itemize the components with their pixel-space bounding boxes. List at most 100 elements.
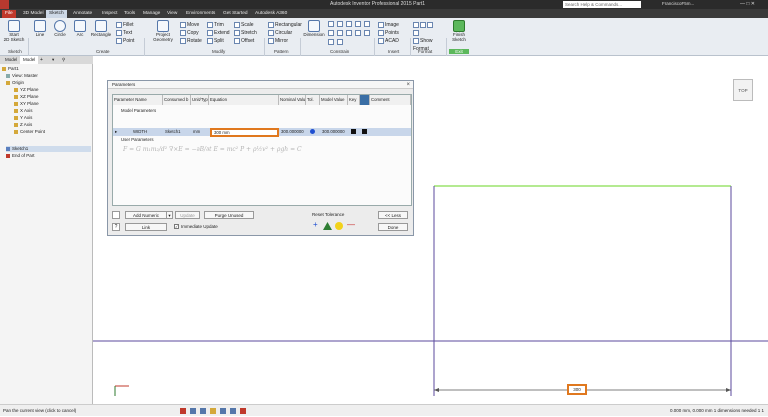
horizontal-constraint-icon[interactable] bbox=[337, 30, 343, 36]
dimension-button[interactable]: Dimension bbox=[303, 20, 325, 37]
unit-cell[interactable]: mm bbox=[193, 129, 200, 134]
vertical-constraint-icon[interactable] bbox=[346, 30, 352, 36]
collinear-constraint-icon[interactable] bbox=[337, 21, 343, 27]
export-checkbox[interactable] bbox=[362, 129, 367, 134]
tree-item-x-axis[interactable]: X Axis bbox=[14, 108, 33, 114]
status-tool-icon[interactable] bbox=[200, 408, 206, 414]
fillet-button[interactable]: Fillet bbox=[116, 21, 134, 29]
help-search-input[interactable]: Search Help & Commands... bbox=[563, 1, 641, 8]
add-numeric-button[interactable]: Add Numeric bbox=[125, 211, 167, 219]
browser-tab-model-active[interactable]: Model bbox=[20, 56, 39, 64]
done-button[interactable]: Done bbox=[378, 223, 408, 231]
format-toggles[interactable] bbox=[413, 21, 449, 29]
equal-constraint-icon[interactable] bbox=[337, 39, 343, 45]
column-header[interactable]: Unit/Typ bbox=[191, 95, 209, 105]
model-parameters-group[interactable]: Model Parameters bbox=[121, 108, 156, 113]
tab-manage[interactable]: Manage bbox=[140, 10, 163, 18]
column-header[interactable]: Model Value bbox=[320, 95, 348, 105]
status-tool-icon[interactable] bbox=[180, 408, 186, 414]
rectangle-button[interactable]: Rectangle bbox=[90, 20, 112, 37]
tab-view[interactable]: View bbox=[164, 10, 180, 18]
less-button[interactable]: << Less bbox=[378, 211, 408, 219]
fix-constraint-icon[interactable] bbox=[355, 21, 361, 27]
viewcube[interactable]: TOP bbox=[733, 79, 753, 101]
concentric-constraint-icon[interactable] bbox=[346, 21, 352, 27]
immediate-update-checkbox[interactable]: ✓ bbox=[174, 224, 179, 229]
parallel-constraint-icon[interactable] bbox=[364, 21, 370, 27]
param-name-cell[interactable]: WIDTH bbox=[133, 129, 147, 134]
help-icon[interactable]: ? bbox=[112, 223, 120, 231]
window-controls-icon[interactable]: — □ ✕ bbox=[740, 1, 755, 7]
rotate-button[interactable]: Rotate bbox=[180, 37, 202, 45]
line-button[interactable]: Line bbox=[32, 20, 48, 37]
chevron-down-icon[interactable]: ▾ bbox=[166, 211, 173, 219]
tree-item-yz-plane[interactable]: YZ Plane bbox=[14, 87, 39, 93]
nominal-tolerance-icon[interactable] bbox=[335, 222, 343, 230]
lower-tolerance-icon[interactable]: — bbox=[347, 221, 355, 229]
tree-item-origin[interactable]: Origin bbox=[6, 80, 24, 86]
coincident-constraint-icon[interactable] bbox=[328, 21, 334, 27]
user-account[interactable]: FranciscoF5m... bbox=[662, 1, 694, 6]
browser-search-icon[interactable]: ⚲ bbox=[62, 57, 65, 63]
export-icon[interactable] bbox=[360, 95, 370, 105]
perpendicular-constraint-icon[interactable] bbox=[328, 30, 334, 36]
tree-item-xz-plane[interactable]: XZ Plane bbox=[14, 94, 39, 100]
tab-get-started[interactable]: Get Started bbox=[220, 10, 251, 18]
tangent-constraint-icon[interactable] bbox=[355, 30, 361, 36]
dimension-value-label[interactable]: 300 bbox=[567, 384, 587, 395]
key-checkbox[interactable] bbox=[351, 129, 356, 134]
tree-item-sketch1[interactable]: Sketch1 bbox=[6, 146, 91, 152]
tab-sketch[interactable]: Sketch bbox=[46, 10, 67, 18]
finish-sketch-button[interactable]: Finish Sketch bbox=[449, 20, 469, 42]
tree-item-y-axis[interactable]: Y Axis bbox=[14, 115, 32, 121]
browser-menu-icon[interactable]: ▾ bbox=[52, 57, 54, 63]
column-header[interactable]: Parameter Name bbox=[113, 95, 163, 105]
link-button[interactable]: Link bbox=[125, 223, 167, 231]
add-tab-icon[interactable]: + bbox=[40, 57, 43, 63]
column-header[interactable]: Key bbox=[348, 95, 360, 105]
offset-button[interactable]: Offset bbox=[234, 37, 257, 45]
close-icon[interactable]: × bbox=[406, 81, 410, 89]
point-button[interactable]: Point bbox=[116, 37, 134, 45]
tree-item-part1[interactable]: Part1 bbox=[2, 66, 19, 72]
image-button[interactable]: Image bbox=[378, 21, 399, 29]
arc-button[interactable]: Arc bbox=[72, 20, 88, 37]
copy-button[interactable]: Copy bbox=[180, 29, 202, 37]
scale-button[interactable]: Scale bbox=[234, 21, 257, 29]
symmetric-constraint-icon[interactable] bbox=[328, 39, 334, 45]
tab-inspect[interactable]: Inspect bbox=[99, 10, 120, 18]
column-header[interactable]: Comment bbox=[370, 95, 411, 105]
status-tool-icon[interactable] bbox=[220, 408, 226, 414]
extend-button[interactable]: Extend bbox=[207, 29, 230, 37]
app-logo-icon[interactable] bbox=[0, 0, 9, 9]
filter-icon[interactable] bbox=[112, 211, 120, 219]
purge-unused-button[interactable]: Purge Unused bbox=[204, 211, 254, 219]
tree-item-xy-plane[interactable]: XY Plane bbox=[14, 101, 39, 107]
status-tool-icon[interactable] bbox=[190, 408, 196, 414]
upper-tolerance-icon[interactable]: + bbox=[313, 221, 318, 229]
stretch-button[interactable]: Stretch bbox=[234, 29, 257, 37]
tab-environments[interactable]: Environments bbox=[183, 10, 218, 18]
smooth-constraint-icon[interactable] bbox=[364, 30, 370, 36]
tree-item-center-point[interactable]: Center Point bbox=[14, 129, 45, 135]
status-tool-icon[interactable] bbox=[210, 408, 216, 414]
tree-item-end-of-part[interactable]: End of Part bbox=[6, 153, 35, 159]
column-header[interactable]: Nominal Valu bbox=[279, 95, 306, 105]
circle-button[interactable]: Circle bbox=[52, 20, 68, 37]
tab-annotate[interactable]: Annotate bbox=[70, 10, 95, 18]
rectangular-pattern-button[interactable]: Rectangular bbox=[268, 21, 302, 29]
user-parameters-group[interactable]: User Parameters bbox=[121, 137, 153, 142]
equation-input[interactable]: 300 mm bbox=[210, 128, 279, 137]
status-tool-icon[interactable] bbox=[230, 408, 236, 414]
driven-dimension-toggle[interactable] bbox=[413, 29, 449, 37]
median-tolerance-icon[interactable] bbox=[323, 222, 332, 230]
acad-button[interactable]: ACAD bbox=[378, 37, 399, 45]
project-geometry-button[interactable]: Project Geometry bbox=[150, 20, 176, 42]
move-button[interactable]: Move bbox=[180, 21, 202, 29]
tab-3d-model[interactable]: 3D Model bbox=[20, 10, 47, 18]
status-tool-icon[interactable] bbox=[240, 408, 246, 414]
trim-button[interactable]: Trim bbox=[207, 21, 230, 29]
tolerance-icon[interactable] bbox=[310, 129, 315, 134]
tree-item-view-master[interactable]: View: Master bbox=[6, 73, 38, 79]
browser-tab-model[interactable]: Model bbox=[2, 56, 20, 64]
